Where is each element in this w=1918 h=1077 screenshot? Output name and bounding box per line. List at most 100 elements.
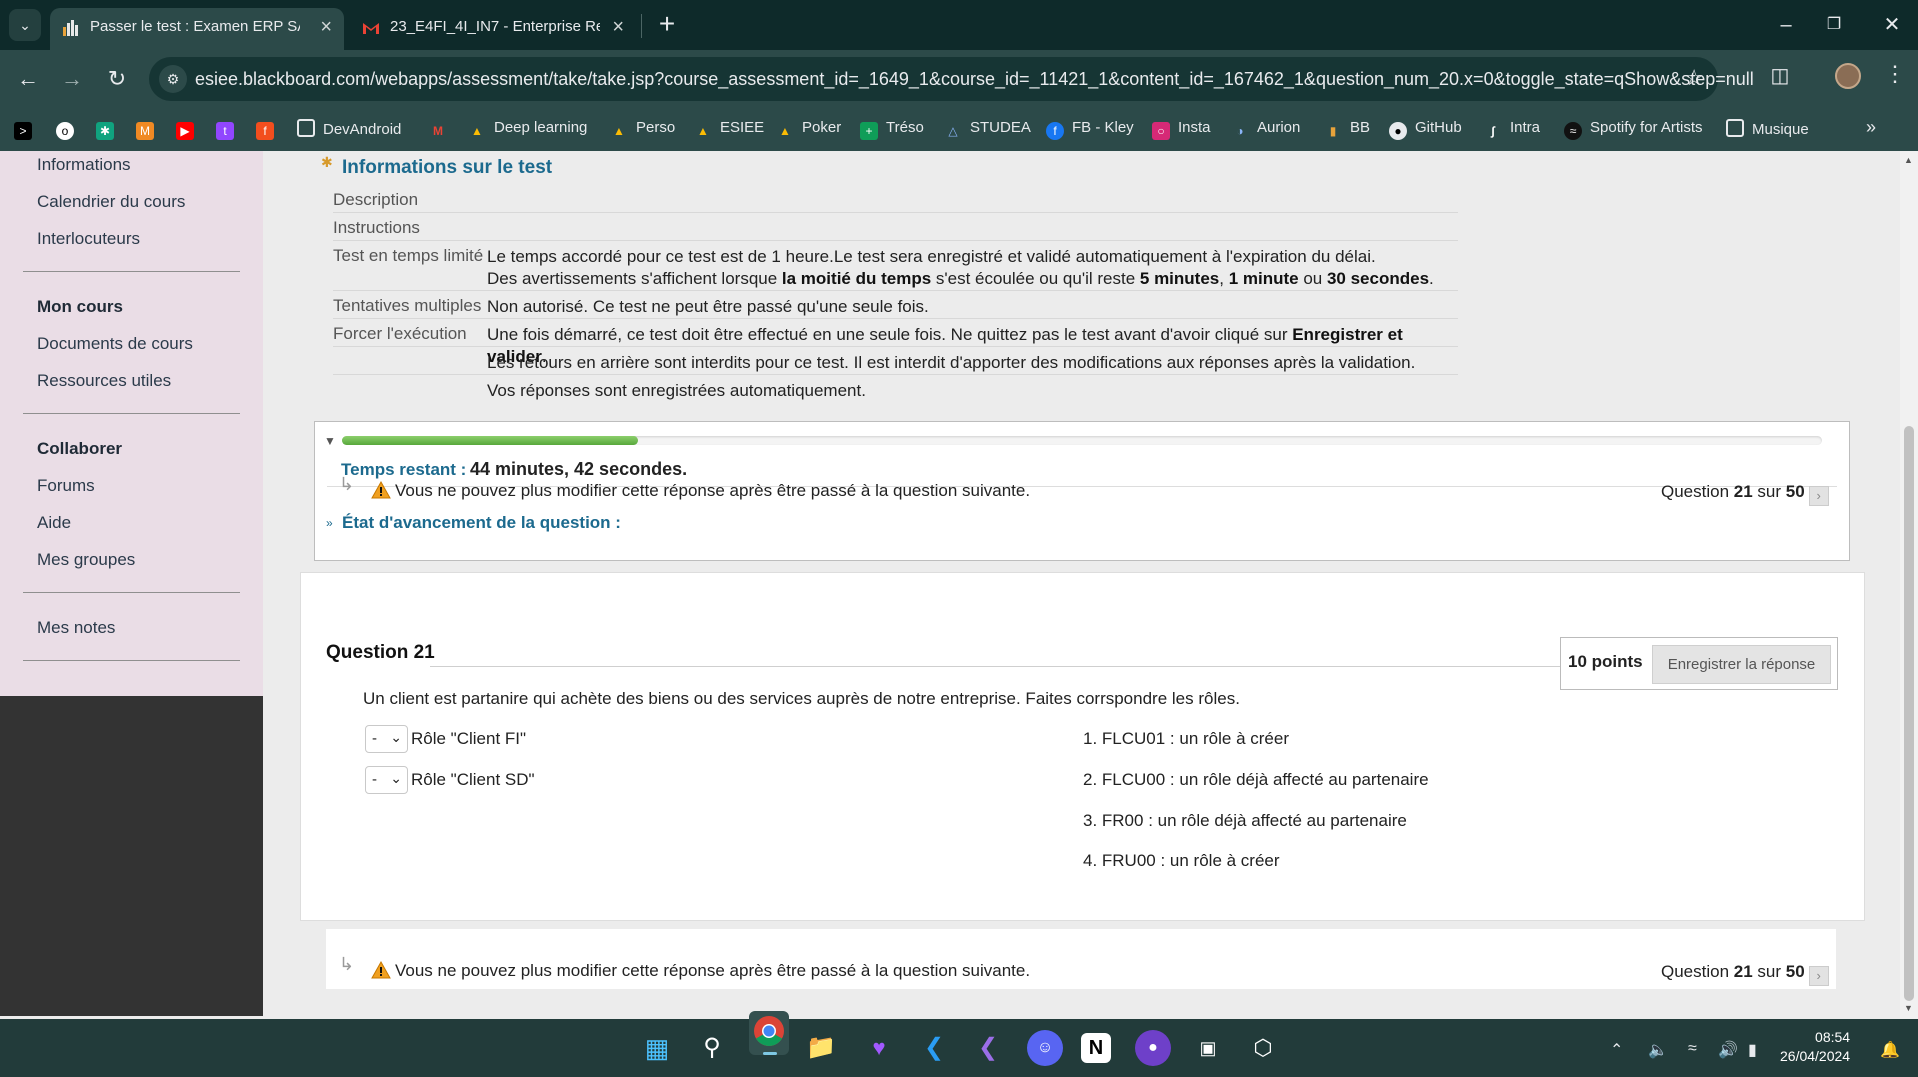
forward-icon[interactable]: → [56,63,88,95]
sidebar-divider [23,660,240,661]
collapse-timer-icon[interactable]: ▼ [324,434,336,448]
sidebar-item-documents[interactable]: Documents de cours [37,334,193,354]
heart-app-icon[interactable]: ♥ [861,1030,897,1066]
bookmark-aurion[interactable]: ◑ Aurion [1231,119,1300,141]
profile-avatar[interactable] [1835,63,1861,89]
bookmark-insta[interactable]: ○ Insta [1152,119,1211,141]
start-icon[interactable]: ▦ [639,1030,675,1066]
notifications-icon[interactable]: 🔔 [1880,1040,1900,1060]
figma-bookmark-icon[interactable]: f [256,122,274,140]
sidebar-item-informations[interactable]: Informations [37,155,131,175]
bookmark-perso[interactable]: ▲ Perso [610,119,675,141]
sidebar-item-ressources[interactable]: Ressources utiles [37,371,171,391]
test-info-title: Informations sur le test [342,157,553,178]
sidebar-footer [0,696,263,1016]
address-bar[interactable]: ⚙ esiee.blackboard.com/webapps/assessmen… [149,57,1754,101]
speaker-icon[interactable]: 🔈 [1648,1040,1668,1060]
bookmark-bb[interactable]: ▮ BB [1324,119,1370,141]
bookmark-intra[interactable]: ∫ Intra [1484,119,1540,141]
twitch-bookmark-icon[interactable]: t [216,122,234,140]
info-row-attempts: Tentatives multiples Non autorisé. Ce te… [333,296,1458,319]
tab-active[interactable]: Passer le test : Examen ERP SAP × [50,8,344,50]
back-icon[interactable]: ← [12,63,44,95]
blackboard-favicon-icon [63,20,78,36]
tab-close-icon[interactable]: × [320,16,332,39]
question-progress-toggle[interactable]: État d'avancement de la question : [342,513,621,533]
bookmark-treso[interactable]: + Tréso [860,119,924,141]
next-question-icon[interactable]: › [1808,966,1829,986]
menu-kebab-icon[interactable]: ⋮ [1884,61,1906,87]
bookmark-studea[interactable]: △ STUDEA [944,119,1030,141]
volume-icon[interactable]: 🔊 [1718,1040,1738,1060]
role-client-sd-select[interactable]: - ⌄ [365,766,408,794]
blackboard-icon: ▮ [1329,124,1337,138]
sidebar-item-calendrier[interactable]: Calendrier du cours [37,192,185,212]
gmail-bookmark-icon[interactable]: M [429,122,447,140]
minimize-icon[interactable]: – [1764,8,1808,42]
sidebar-item-interlocuteurs[interactable]: Interlocuteurs [37,229,140,249]
terminal-bookmark-icon[interactable]: > [14,122,32,140]
warning-icon [371,961,391,979]
github-desktop-icon[interactable]: ● [1135,1030,1171,1066]
bookmark-devandroid[interactable]: DevAndroid [297,119,401,141]
tray-chevron-icon[interactable]: ⌃ [1610,1040,1623,1060]
tab-inactive[interactable]: 23_E4FI_4I_IN7 - Enterprise Res × [350,8,636,50]
battery-icon[interactable]: ▮ [1748,1040,1757,1060]
question-counter-top: Question 21 sur 50 › [1661,482,1829,506]
chrome-icon[interactable] [753,1015,785,1047]
discord-icon[interactable]: ☺ [1027,1030,1063,1066]
sidebar-section-collaborer[interactable]: Collaborer [37,439,122,459]
circle-bookmark-icon[interactable]: o [56,122,74,140]
next-question-icon[interactable]: › [1808,486,1829,506]
answer-option-4: 4. FRU00 : un rôle à créer [1083,851,1280,870]
bookmark-musique[interactable]: Musique [1726,119,1809,141]
wifi-icon[interactable]: ≈ [1688,1040,1697,1058]
tab-close-icon[interactable]: × [612,16,624,39]
visual-studio-icon[interactable]: ❮ [970,1030,1006,1066]
info-row-autosave: Vos réponses sont enregistrées automatiq… [487,381,866,400]
sidebar-section-mon-cours[interactable]: Mon cours [37,297,123,317]
page-scrollbar[interactable]: ▲ ▼ [1900,151,1918,1019]
site-info-icon[interactable]: ⚙ [159,65,187,93]
bookmark-deep-learning[interactable]: ▲ Deep learning [468,119,587,141]
bookmark-fb-kley[interactable]: f FB - Kley [1046,119,1134,141]
scroll-down-icon[interactable]: ▼ [1904,1003,1913,1013]
extensions-icon[interactable]: ◫ [1766,63,1794,91]
youtube-bookmark-icon[interactable]: ▶ [176,122,194,140]
sidebar-item-aide[interactable]: Aide [37,513,71,533]
expand-progress-icon[interactable]: » [326,516,333,530]
chatgpt-bookmark-icon[interactable]: ✱ [96,122,114,140]
restore-icon[interactable]: ❐ [1812,8,1856,42]
bookmark-esiee[interactable]: ▲ ESIEE [694,119,764,141]
scroll-thumb[interactable] [1904,426,1914,1001]
close-window-icon[interactable]: ✕ [1870,8,1914,42]
browser-tab-bar: ⌄ Passer le test : Examen ERP SAP × 23_E… [0,0,1918,50]
reload-icon[interactable]: ↻ [101,63,133,95]
file-explorer-icon[interactable]: 📁 [803,1030,839,1066]
sidebar-item-mes-groupes[interactable]: Mes groupes [37,550,135,570]
role-client-fi-select[interactable]: - ⌄ [365,725,408,753]
bookmark-poker[interactable]: ▲ Poker [776,119,841,141]
bookmark-star-icon[interactable]: ☆ [1684,65,1704,91]
page-viewport: Informations Calendrier du cours Interlo… [0,151,1918,1019]
search-icon[interactable]: ⚲ [694,1030,730,1066]
scroll-up-icon[interactable]: ▲ [1904,155,1913,165]
system-clock[interactable]: 08:54 26/04/2024 [1780,1028,1850,1066]
info-row-force: Forcer l'exécution Une fois démarré, ce … [333,324,1458,366]
notion-icon[interactable]: N [1081,1033,1111,1063]
more-bookmarks-icon[interactable]: » [1866,117,1876,138]
tab-search-button[interactable]: ⌄ [9,9,41,41]
new-tab-button[interactable]: + [652,10,682,40]
vscode-icon[interactable]: ❮ [916,1030,952,1066]
m-bookmark-icon[interactable]: M [136,122,154,140]
warning-message-bottom: Vous ne pouvez plus modifier cette répon… [371,961,1030,981]
terminal-icon[interactable]: ▣ [1190,1030,1226,1066]
bookmark-spotify[interactable]: ≈ Spotify for Artists [1564,119,1703,141]
sidebar-item-forums[interactable]: Forums [37,476,95,496]
cube-app-icon[interactable]: ⬡ [1245,1030,1281,1066]
answer-option-3: 3. FR00 : un rôle déjà affecté au parten… [1083,811,1407,830]
github-icon: ● [1389,122,1407,140]
sidebar-item-mes-notes[interactable]: Mes notes [37,618,115,638]
save-answer-button[interactable]: Enregistrer la réponse [1652,645,1831,684]
bookmark-github[interactable]: ● GitHub [1389,119,1462,141]
